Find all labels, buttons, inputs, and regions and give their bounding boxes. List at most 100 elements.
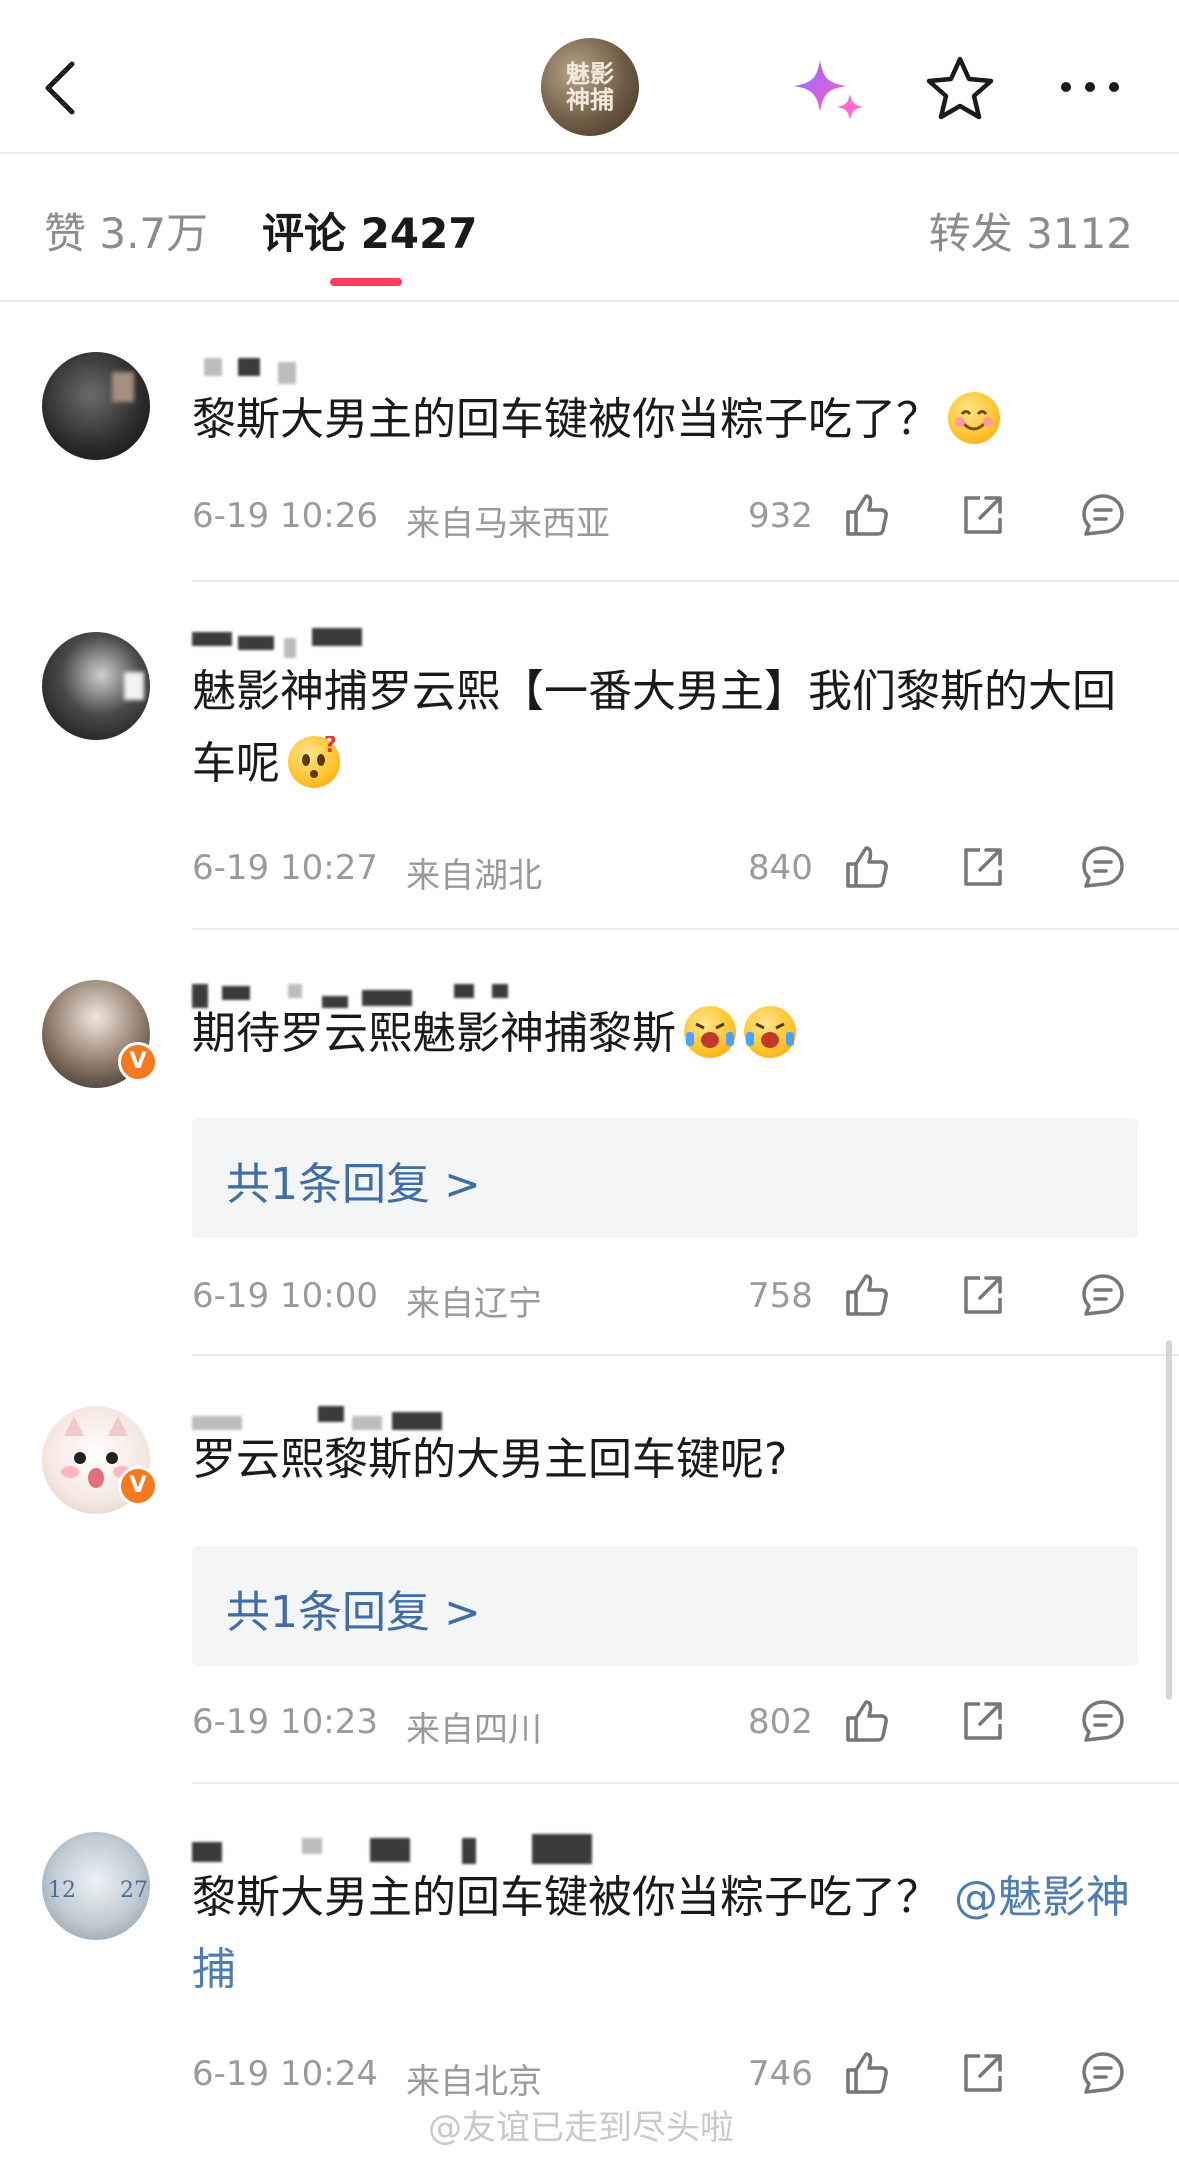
comment-time: 6-19 10:00 (192, 1276, 378, 1316)
comment-meta: 6-19 10:00 来自辽宁 758 (192, 1268, 1138, 1328)
share-icon (964, 496, 1002, 534)
comment-bubble-icon (1082, 1700, 1124, 1742)
comment-time: 6-19 10:27 (192, 848, 378, 888)
sparkle-icon (794, 60, 863, 120)
comment-meta: 6-19 10:23 来自四川 802 (192, 1694, 1138, 1754)
tab-likes[interactable]: 赞 3.7万 (44, 200, 208, 261)
comment-item: 黎斯大男主的回车键被你当粽子吃了？ 6-19 10:26 来自马来西亚 932 (0, 340, 1179, 580)
reply-button[interactable] (1078, 2048, 1128, 2098)
comment-meta: 6-19 10:27 来自湖北 840 (192, 840, 1138, 900)
like-button[interactable] (842, 1696, 892, 1746)
comment-location: 来自湖北 (406, 856, 542, 896)
comment-bubble-icon (1082, 494, 1124, 536)
avatar[interactable] (42, 352, 150, 460)
like-count: 932 (748, 496, 813, 536)
thumbs-up-icon (846, 846, 888, 888)
active-tab-indicator (330, 278, 402, 286)
comment-item: V 期待罗云熙魅影神捕黎斯 共1条回复 > 6-19 10:00 来自辽宁 75… (0, 970, 1179, 1350)
username-blurred[interactable] (192, 340, 592, 384)
comment-text-content: 罗云熙黎斯的大男主回车键呢? (192, 1434, 788, 1485)
comment-text: 黎斯大男主的回车键被你当粽子吃了？ (192, 384, 1132, 456)
comment-bubble-icon (1082, 2052, 1124, 2094)
comment-location: 来自北京 (406, 2062, 542, 2102)
favorite-button[interactable] (925, 55, 995, 121)
share-icon (964, 2054, 1002, 2092)
like-button[interactable] (842, 2048, 892, 2098)
comment-location: 来自马来西亚 (406, 504, 610, 544)
comment-text: 魅影神捕罗云熙【一番大男主】我们黎斯的大回车呢? (192, 656, 1132, 800)
comment-text: 黎斯大男主的回车键被你当粽子吃了？ @魅影神捕 (192, 1862, 1132, 2006)
avatar[interactable]: 12 27 (42, 1832, 150, 1940)
like-button[interactable] (842, 490, 892, 540)
comment-text-content: 期待罗云熙魅影神捕黎斯 (192, 1008, 676, 1059)
share-button[interactable] (958, 842, 1008, 892)
replies-summary-button[interactable]: 共1条回复 > (192, 1118, 1138, 1238)
like-button[interactable] (842, 842, 892, 892)
comment-time: 6-19 10:24 (192, 2054, 378, 2094)
account-avatar[interactable]: 魅影神捕 (541, 38, 639, 136)
comment-text: 期待罗云熙魅影神捕黎斯 (192, 998, 1132, 1070)
tab-reposts[interactable]: 转发 3112 (929, 200, 1133, 261)
username-blurred[interactable] (192, 1826, 592, 1866)
thumbs-up-icon (846, 1274, 888, 1316)
smiling-blush-emoji-icon (948, 392, 1000, 444)
verified-badge-icon: V (118, 1042, 158, 1082)
comment-text: 罗云熙黎斯的大男主回车键呢? (192, 1424, 1132, 1496)
verified-badge-icon: V (118, 1466, 158, 1506)
comment-divider (192, 580, 1179, 582)
share-button[interactable] (958, 2048, 1008, 2098)
comment-divider (192, 1354, 1179, 1356)
scrollbar[interactable] (1166, 1340, 1172, 1700)
share-icon (964, 1702, 1002, 1740)
top-bar: 魅影神捕 (0, 0, 1179, 154)
reply-button[interactable] (1078, 1270, 1128, 1320)
comment-bubble-icon (1082, 1274, 1124, 1316)
like-count: 758 (748, 1276, 813, 1316)
share-button[interactable] (958, 1696, 1008, 1746)
comment-divider (192, 928, 1179, 930)
like-count: 802 (748, 1702, 813, 1742)
comment-bubble-icon (1082, 846, 1124, 888)
like-button[interactable] (842, 1270, 892, 1320)
comment-item: 12 27 黎斯大男主的回车键被你当粽子吃了？ @魅影神捕 6-19 10:24… (0, 1826, 1179, 2126)
replies-summary-button[interactable]: 共1条回复 > (192, 1546, 1138, 1666)
tab-comments[interactable]: 评论 2427 (262, 200, 478, 261)
reply-button[interactable] (1078, 490, 1128, 540)
share-icon (964, 848, 1002, 886)
svg-text:?: ? (324, 736, 337, 758)
back-button[interactable] (38, 56, 86, 120)
reply-button[interactable] (1078, 842, 1128, 892)
avatar[interactable] (42, 632, 150, 740)
more-button[interactable] (1058, 72, 1122, 102)
thumbs-up-icon (846, 1700, 888, 1742)
screaming-joy-emoji-icon (684, 1006, 736, 1058)
back-arrow-icon (45, 61, 75, 115)
thumbs-up-icon (846, 494, 888, 536)
comment-text-content: 黎斯大男主的回车键被你当粽子吃了？ (192, 1872, 940, 1923)
comment-time: 6-19 10:26 (192, 496, 378, 536)
comment-meta: 6-19 10:26 来自马来西亚 932 (192, 488, 1138, 548)
comment-item: V 罗云熙黎斯的大男主回车键呢? 共1条回复 > 6-19 10:23 来自四川… (0, 1396, 1179, 1776)
replies-summary-text: 共1条回复 > (226, 1159, 481, 1210)
comment-location: 来自四川 (406, 1710, 542, 1750)
screaming-joy-emoji-icon (744, 1006, 796, 1058)
more-icon (1061, 82, 1119, 92)
comment-meta: 6-19 10:24 来自北京 746 (192, 2046, 1138, 2106)
reply-button[interactable] (1078, 1696, 1128, 1746)
confused-question-emoji-icon: ? (288, 736, 340, 788)
username-blurred[interactable] (192, 620, 592, 660)
comment-text-content: 黎斯大男主的回车键被你当粽子吃了？ (192, 394, 940, 445)
share-button[interactable] (958, 490, 1008, 540)
share-button[interactable] (958, 1270, 1008, 1320)
account-avatar-logo-text: 魅影神捕 (566, 59, 614, 114)
ai-sparkle-button[interactable] (790, 56, 868, 126)
watermark: @友谊已走到尽头啦 (428, 2108, 734, 2148)
comment-location: 来自辽宁 (406, 1284, 542, 1324)
share-icon (964, 1276, 1002, 1314)
comment-divider (192, 1782, 1179, 1784)
thumbs-up-icon (846, 2052, 888, 2094)
like-count: 746 (748, 2054, 813, 2094)
comment-item: 魅影神捕罗云熙【一番大男主】我们黎斯的大回车呢? 6-19 10:27 来自湖北… (0, 620, 1179, 920)
tab-bar: 赞 3.7万 评论 2427 转发 3112 (0, 152, 1179, 302)
like-count: 840 (748, 848, 813, 888)
